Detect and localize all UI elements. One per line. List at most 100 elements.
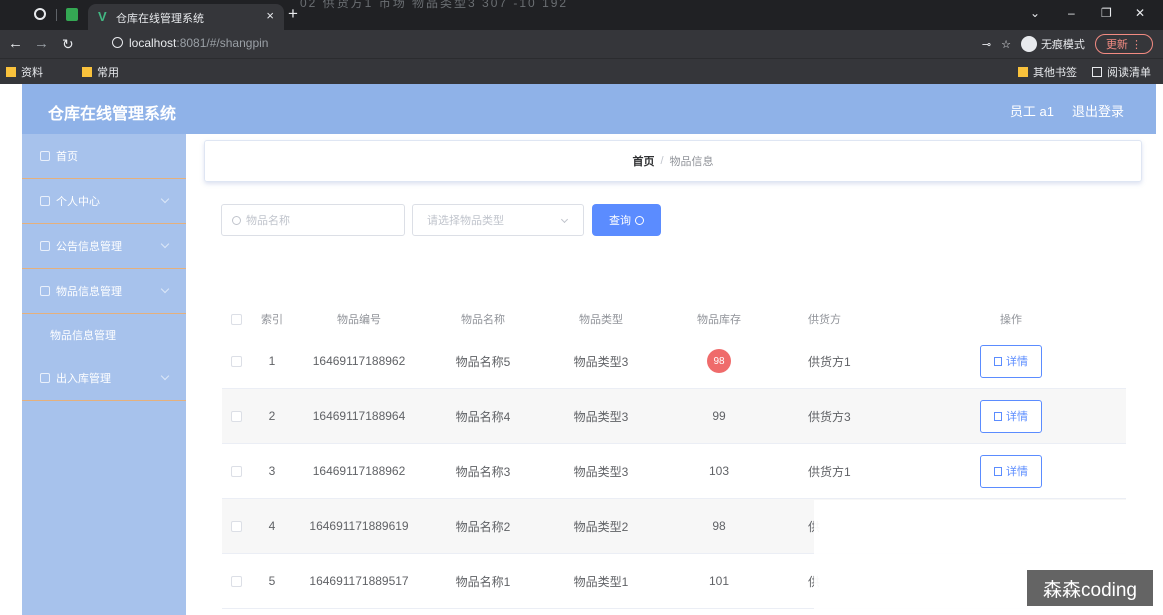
info-icon[interactable] xyxy=(112,37,123,48)
sidebar-item-profile[interactable]: 个人中心 xyxy=(22,179,186,224)
row-checkbox[interactable] xyxy=(230,575,242,587)
browser-tab[interactable]: V 仓库在线管理系统 × xyxy=(88,4,284,30)
new-tab-icon[interactable]: + xyxy=(288,4,298,24)
chevron-down-icon xyxy=(160,239,170,249)
swap-icon xyxy=(40,373,50,383)
folder-icon xyxy=(6,67,16,77)
document-icon xyxy=(994,466,1002,476)
item-number: 16469117188962 xyxy=(312,354,406,368)
other-bookmarks[interactable]: 其他书签 xyxy=(1018,64,1077,80)
reload-icon[interactable]: ↻ xyxy=(62,36,74,53)
forward-icon[interactable]: → xyxy=(34,35,49,52)
bookmark-folder-ziliao[interactable]: 资料 xyxy=(6,64,43,80)
row-index: 4 xyxy=(268,519,276,533)
item-number: 164691171889517 xyxy=(309,574,409,588)
key-icon[interactable]: ⊸ xyxy=(982,38,991,51)
breadcrumb-separator: / xyxy=(660,155,664,167)
home-icon xyxy=(40,151,50,161)
table-row: 3 16469117188962 物品名称3 物品类型3 103 供货方1 详情 xyxy=(222,444,1126,499)
item-type: 物品类型3 xyxy=(573,464,629,479)
item-type-select[interactable]: 请选择物品类型 xyxy=(412,204,584,236)
column-header: 物品库存 xyxy=(697,314,741,326)
cursor-click-indicator: 98 xyxy=(707,349,731,373)
minimize-icon[interactable]: – xyxy=(1068,6,1075,20)
supplier: 供货方1 xyxy=(808,464,851,479)
row-checkbox[interactable] xyxy=(230,355,242,367)
chevron-down-icon xyxy=(160,194,170,204)
sidebar-item-home[interactable]: 首页 xyxy=(22,134,186,179)
folder-icon xyxy=(82,67,92,77)
select-all-checkbox[interactable] xyxy=(230,313,242,325)
breadcrumb-home[interactable]: 首页 xyxy=(632,153,654,169)
column-header: 索引 xyxy=(261,314,283,326)
column-header: 物品名称 xyxy=(461,314,505,326)
bookmark-folder-changyong[interactable]: 常用 xyxy=(82,64,119,80)
update-button[interactable]: 更新 ⋮ xyxy=(1094,34,1153,54)
detail-button[interactable]: 详情 xyxy=(980,344,1042,378)
tab-title: 仓库在线管理系统 xyxy=(116,13,204,25)
row-checkbox[interactable] xyxy=(230,410,242,422)
sidebar-subitem-goods[interactable]: 物品信息管理 xyxy=(22,314,186,356)
user-name: 员工 a1 xyxy=(1009,104,1054,119)
document-icon xyxy=(994,411,1002,421)
incognito-badge[interactable]: 无痕模式 xyxy=(1020,36,1085,52)
search-placeholder: 物品名称 xyxy=(246,215,290,227)
column-header: 供货方 xyxy=(808,314,841,326)
search-icon xyxy=(232,215,241,225)
user-area: 员工 a1 退出登录 xyxy=(1010,101,1124,120)
chevron-down-icon xyxy=(160,371,170,381)
tab-search-icon[interactable]: ⌄ xyxy=(1030,6,1040,20)
query-button[interactable]: 查询 xyxy=(592,204,661,236)
folder-icon xyxy=(1018,67,1028,77)
app-icon[interactable] xyxy=(66,8,78,21)
chrome-icon[interactable] xyxy=(34,8,46,20)
detail-button[interactable]: 详情 xyxy=(980,399,1042,433)
browser-tab-bar: 02 供货方1 市场 物品类型3 307 -10 192 V 仓库在线管理系统 … xyxy=(0,0,1163,30)
item-name: 物品名称4 xyxy=(455,409,511,424)
sidebar-item-inout[interactable]: 出入库管理 xyxy=(22,356,186,401)
column-header: 物品类型 xyxy=(579,314,623,326)
app-header: 仓库在线管理系统 员工 a1 退出登录 xyxy=(22,84,1156,134)
row-checkbox[interactable] xyxy=(230,465,242,477)
search-icon xyxy=(635,215,644,225)
address-bar: ← → ↻ localhost:8081/#/shangpin ⊸ ☆ 无痕模式… xyxy=(0,30,1163,58)
maximize-icon[interactable]: ❐ xyxy=(1101,6,1112,20)
row-index: 5 xyxy=(268,574,276,588)
column-header: 操作 xyxy=(1000,314,1022,326)
item-number: 16469117188964 xyxy=(312,409,406,423)
reading-list[interactable]: 阅读清单 xyxy=(1092,64,1151,80)
row-checkbox[interactable] xyxy=(230,520,242,532)
chevron-down-icon xyxy=(560,215,569,224)
logout-link[interactable]: 退出登录 xyxy=(1072,101,1124,120)
sidebar-item-goods[interactable]: 物品信息管理 xyxy=(22,269,186,314)
breadcrumb: 首页 / 物品信息 xyxy=(204,140,1142,182)
detail-button[interactable]: 详情 xyxy=(980,454,1042,488)
list-icon xyxy=(40,241,50,251)
watermark: 森森coding xyxy=(1027,570,1153,606)
url-field[interactable]: localhost:8081/#/shangpin xyxy=(112,36,268,50)
column-header: 物品编号 xyxy=(337,314,381,326)
row-index: 2 xyxy=(268,409,276,423)
ghost-text: 02 供货方1 市场 物品类型3 307 -10 192 xyxy=(300,0,569,10)
close-tab-icon[interactable]: × xyxy=(266,8,274,23)
supplier: 供货方1 xyxy=(808,354,851,369)
item-name: 物品名称2 xyxy=(455,519,511,534)
item-stock: 98 xyxy=(660,334,778,388)
breadcrumb-current: 物品信息 xyxy=(669,156,714,168)
item-name: 物品名称5 xyxy=(455,354,511,369)
item-type: 物品类型3 xyxy=(573,409,629,424)
incognito-icon xyxy=(1020,36,1037,52)
url-path: :8081/#/shangpin xyxy=(176,36,269,50)
item-stock: 103 xyxy=(708,464,730,478)
close-window-icon[interactable]: ✕ xyxy=(1135,6,1145,20)
row-index: 3 xyxy=(268,464,276,478)
sidebar-item-notice[interactable]: 公告信息管理 xyxy=(22,224,186,269)
item-number: 164691171889619 xyxy=(309,519,409,533)
item-name: 物品名称3 xyxy=(455,464,511,479)
star-icon[interactable]: ☆ xyxy=(1001,38,1011,51)
item-type: 物品类型3 xyxy=(573,354,629,369)
back-icon[interactable]: ← xyxy=(8,35,23,52)
item-type: 物品类型2 xyxy=(573,519,629,534)
item-name-search-input[interactable]: 物品名称 xyxy=(221,204,405,236)
user-icon xyxy=(40,196,50,206)
